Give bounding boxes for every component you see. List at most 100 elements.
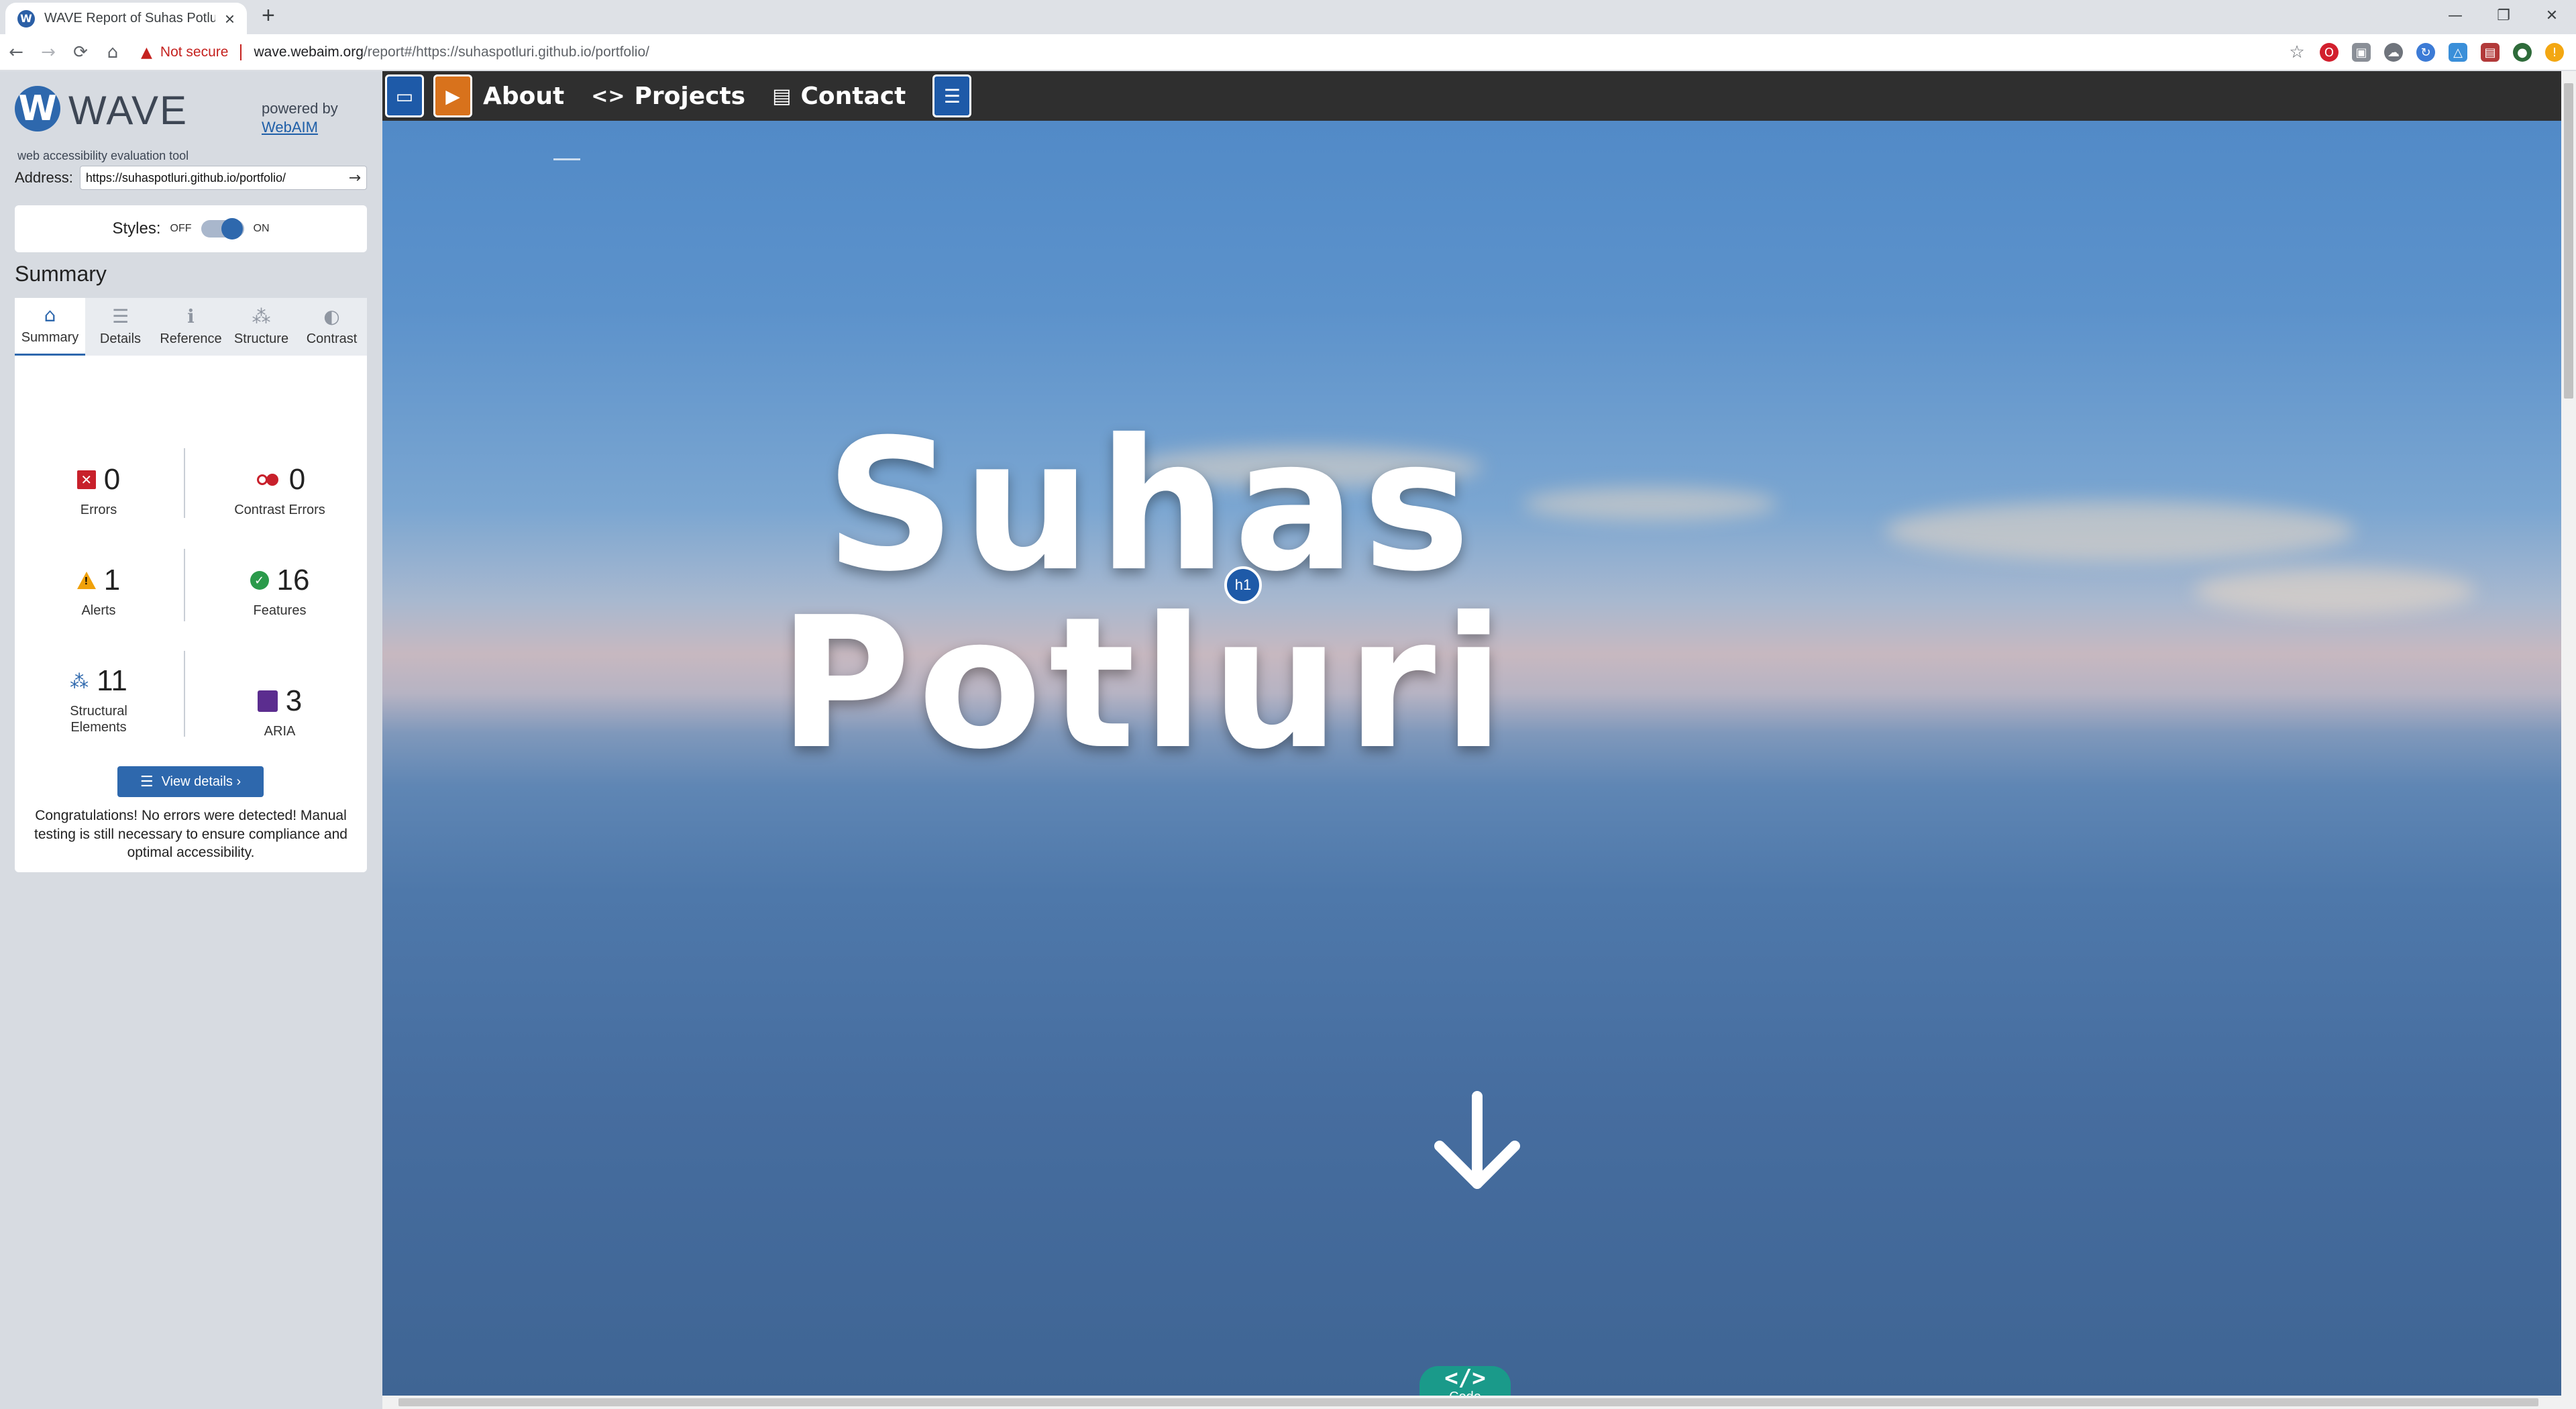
tab-close-icon[interactable]: × [225,10,235,28]
divider [184,651,185,737]
wave-favicon-icon: W [17,9,35,28]
code-label: Code [1419,1390,1511,1396]
errors-count: 0 [103,463,121,496]
hero-last-name: Potluri [778,578,1511,789]
cloud [2194,568,2475,615]
webaim-link[interactable]: WebAIM [262,119,318,136]
view-details-button[interactable]: ☰ View details › [117,766,264,797]
tab-contrast[interactable]: ◐ Contrast [297,298,367,356]
code-brackets-icon: <> [591,84,625,108]
horizontal-scrollbar[interactable] [382,1396,2576,1409]
aria-label: ARIA [264,724,296,739]
wave-alert-marker-icon[interactable]: ▶ [433,74,472,117]
new-tab-button[interactable]: + [262,4,275,27]
site-viewport: ▭ ▶ About <> Projects ▤ Contact ☰ Suhas … [382,71,2561,1396]
errors-label: Errors [80,503,117,517]
cloud [1885,501,2355,561]
sync-extension-icon[interactable]: ↻ [2416,43,2435,62]
address-label: Address: [15,169,73,186]
tab-structure[interactable]: ⁂ Structure [226,298,297,356]
wave-logo[interactable]: W WAVE web accessibility evaluation tool [15,86,216,162]
summary-card: ✕ 0 Errors 0 Contrast Errors ! 1 Alerts … [15,356,367,872]
opera-extension-icon[interactable]: O [2320,43,2339,62]
close-window-button[interactable]: ✕ [2528,0,2576,31]
info-icon: ℹ [187,305,195,327]
extension-area: ☆ O ▣ ☁ ↻ △ ▤ ● ! [2288,38,2576,66]
tab-contrast-label: Contrast [306,331,358,346]
structure-icon: ⁂ [70,670,89,692]
address-bar[interactable]: ▲ Not secure wave.webaim.org/report#/htt… [141,38,2288,66]
drive-extension-icon[interactable]: △ [2449,43,2467,62]
tab-reference-label: Reference [160,331,222,346]
stat-alerts[interactable]: ! 1 Alerts [15,564,182,619]
profile-avatar-icon[interactable]: ● [2513,43,2532,62]
reload-icon[interactable]: ⟳ [64,36,97,68]
nav-contact[interactable]: ▤ Contact [772,83,906,110]
tab-structure-label: Structure [233,331,289,346]
congrats-message: Congratulations! No errors were detected… [34,808,347,861]
alerts-count: 1 [103,564,121,596]
wave-list-marker-icon[interactable]: ☰ [932,74,972,117]
wave-structure-marker-icon[interactable]: ▭ [385,74,424,117]
nav-projects-label: Projects [634,82,746,110]
back-icon[interactable]: ← [0,36,32,68]
not-secure-label[interactable]: Not secure [160,44,229,60]
vertical-scrollbar[interactable] [2561,71,2576,1396]
tab-summary-label: Summary [21,330,79,345]
cloud-extension-icon[interactable]: ☁ [2384,43,2403,62]
structural-count: 11 [97,664,127,697]
features-label: Features [253,603,307,618]
tab-details[interactable]: ☰ Details [85,298,156,356]
restore-button[interactable]: ❐ [2479,0,2528,31]
go-arrow-icon[interactable]: → [349,170,361,187]
structure-icon: ⁂ [252,305,271,327]
contrast-icon: ◐ [323,305,340,327]
wave-logo-icon: W [15,86,60,132]
home-icon[interactable]: ⌂ [97,36,129,68]
address-input[interactable]: https://suhaspotluri.github.io/portfolio… [79,166,367,190]
view-details-label: View details › [161,774,241,789]
styles-label: Styles: [112,219,161,238]
styles-off-label: OFF [170,223,192,234]
decorative-line [553,158,580,160]
url-path: /report#/https://suhaspotluri.github.io/… [363,44,649,60]
powered-by: powered by WebAIM [262,99,338,136]
code-icon: </> [1444,1365,1486,1392]
bookmark-star-icon[interactable]: ☆ [2288,42,2306,62]
wave-h1-badge[interactable]: h1 [1224,566,1262,604]
styles-on-label: ON [253,223,270,234]
aria-icon [257,690,278,712]
browser-tabstrip: W WAVE Report of Suhas Potluri × + — ❐ ✕ [0,0,2576,34]
styles-toggle[interactable] [201,218,244,240]
nav-about[interactable]: About [483,83,564,110]
divider [184,448,185,518]
scroll-down-arrow-icon[interactable] [1430,1091,1524,1192]
pdf-extension-icon[interactable]: ▤ [2481,43,2500,62]
stat-aria[interactable]: 3 ARIA [196,684,364,739]
stat-features[interactable]: ✓ 16 Features [196,564,364,619]
browser-tab[interactable]: W WAVE Report of Suhas Potluri × [5,3,247,34]
tab-summary[interactable]: ⌂ Summary [15,298,85,356]
vertical-scrollbar-thumb[interactable] [2564,83,2573,399]
tab-reference[interactable]: ℹ Reference [156,298,226,356]
alerts-label: Alerts [81,603,116,618]
wave-logo-text: WAVE [68,88,189,133]
stat-errors[interactable]: ✕ 0 Errors [15,463,182,518]
screen-capture-extension-icon[interactable]: ▣ [2352,43,2371,62]
warning-icon: ▲ [141,44,152,61]
code-button[interactable]: </> Code [1419,1365,1511,1396]
browser-toolbar: ← → ⟳ ⌂ ▲ Not secure wave.webaim.org/rep… [0,34,2576,70]
structural-label-line2: Elements [70,720,127,735]
update-icon[interactable]: ! [2545,43,2564,62]
separator [240,44,242,60]
forward-icon[interactable]: → [32,36,64,68]
contrast-error-icon [254,470,281,489]
divider [184,549,185,621]
stat-contrast-errors[interactable]: 0 Contrast Errors [196,463,364,518]
structural-label-line1: Structural [70,704,127,719]
minimize-button[interactable]: — [2431,0,2479,31]
horizontal-scrollbar-thumb[interactable] [398,1398,2538,1406]
stat-structural-elements[interactable]: ⁂ 11 Structural Elements [15,664,182,735]
home-icon: ⌂ [44,304,56,326]
nav-projects[interactable]: <> Projects [591,83,745,110]
